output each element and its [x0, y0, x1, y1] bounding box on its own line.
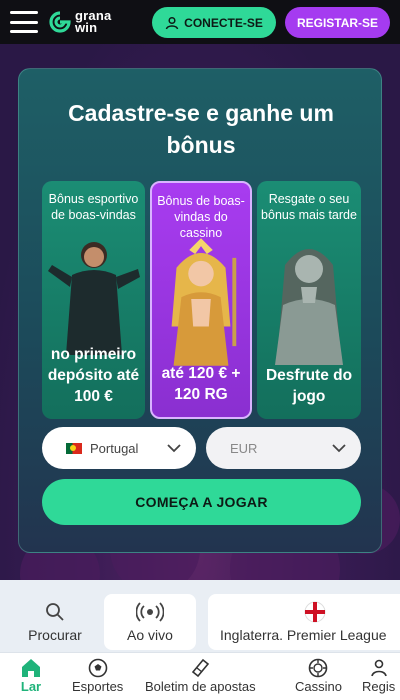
live-label: Ao vivo [127, 627, 173, 643]
nav-sports[interactable]: Esportes [72, 657, 123, 694]
country-select[interactable]: Portugal [42, 427, 196, 469]
logo-text-line2: win [75, 20, 98, 35]
currency-placeholder: EUR [230, 440, 258, 456]
nav-betslip[interactable]: Boletim de apostas [145, 657, 256, 694]
signup-card: Cadastre-se e ganhe um bônus Bônus espor… [18, 68, 382, 553]
soccer-ball-icon [88, 658, 107, 678]
chevron-down-icon [332, 444, 346, 453]
bottom-nav: Lar Esportes Boletim de apostas Cassino … [0, 652, 400, 700]
promo-top-text: Bônus esportivo de boas-vindas [48, 192, 139, 222]
live-broadcast-icon [136, 602, 164, 622]
nav-home[interactable]: Lar [20, 657, 42, 694]
nav-casino-label: Cassino [295, 679, 342, 694]
nav-register[interactable]: Regis [362, 657, 395, 694]
casino-chip-icon [309, 658, 328, 678]
nav-home-label: Lar [20, 679, 42, 694]
user-icon [165, 16, 179, 29]
nav-betslip-label: Boletim de apostas [145, 679, 256, 694]
menu-icon[interactable] [10, 11, 38, 33]
promo-bottom-text: Desfrute do jogo [265, 367, 353, 405]
england-flag-icon [304, 601, 326, 623]
search-button[interactable]: Procurar [10, 594, 100, 650]
woman-image [257, 235, 361, 365]
search-label: Procurar [28, 627, 82, 643]
search-icon [46, 603, 64, 621]
chevron-down-icon [167, 444, 181, 453]
nav-register-label: Regis [362, 679, 396, 694]
nav-sports-label: Esportes [72, 679, 124, 694]
promo-sports-bonus[interactable]: Bônus esportivo de boas-vindas no primei… [42, 181, 145, 419]
nav-casino[interactable]: Cassino [295, 657, 342, 694]
currency-select[interactable]: EUR [206, 427, 361, 469]
register-label: REGISTAR-SE [296, 15, 379, 30]
portugal-flag-icon [66, 442, 82, 454]
promo-later-bonus[interactable]: Resgate o seu bônus mais tarde Desfrute … [257, 181, 361, 419]
country-value: Portugal [90, 440, 139, 456]
promo-bottom-text: no primeiro depósito até 100 € [47, 346, 140, 405]
promo-top-text: Bônus de boas-vindas do cassino [157, 194, 245, 240]
register-button[interactable]: REGISTAR-SE [285, 7, 390, 38]
goddess-image [152, 237, 250, 366]
ticket-icon [192, 658, 210, 678]
promo-top-text: Resgate o seu bônus mais tarde [261, 192, 357, 222]
top-header: grana win CONECTE-SE REGISTAR-SE [0, 0, 400, 44]
logo-mark-icon [49, 11, 71, 33]
card-title: Cadastre-se e ganhe um bônus [68, 100, 334, 158]
quick-nav: Procurar Ao vivo Inglaterra. Premier Lea… [0, 580, 400, 652]
connect-label: CONECTE-SE [184, 15, 263, 30]
footballer-image [42, 235, 145, 355]
league-label: Inglaterra. Premier League [220, 627, 387, 643]
start-playing-label: COMEÇA A JOGAR [135, 494, 268, 510]
register-icon [370, 659, 387, 677]
home-icon [22, 659, 40, 677]
promo-bottom-text: até 120 € + 120 RG [161, 365, 241, 403]
live-button[interactable]: Ao vivo [104, 594, 196, 650]
promo-casino-bonus[interactable]: Bônus de boas-vindas do cassino até 120 … [150, 181, 252, 419]
start-playing-button[interactable]: COMEÇA A JOGAR [42, 479, 361, 525]
league-button[interactable]: Inglaterra. Premier League [208, 594, 400, 650]
connect-button[interactable]: CONECTE-SE [152, 7, 276, 38]
logo[interactable]: grana win [48, 9, 111, 35]
